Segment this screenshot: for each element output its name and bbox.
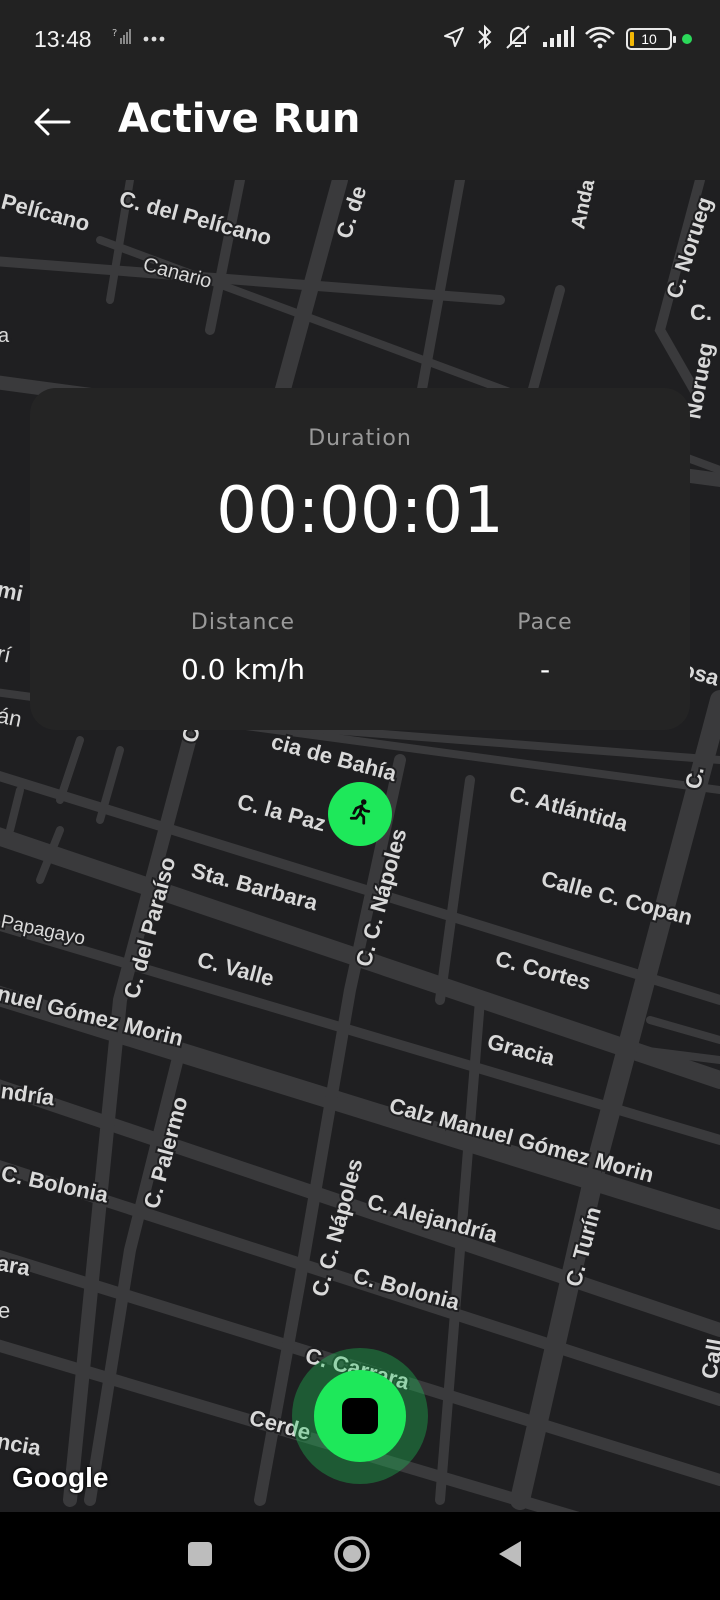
street-label: Call [696, 1337, 720, 1381]
pace-stat: Pace - [420, 610, 670, 686]
street-label: C. Bolonia [351, 1263, 463, 1315]
street-label: Papagayo [0, 911, 87, 949]
map-labels: C. del Pelícano Pelícano Canario C. de A… [0, 180, 720, 1463]
stop-run-button[interactable] [314, 1370, 406, 1462]
page-title: Active Run [118, 96, 361, 142]
svg-text:?: ? [112, 28, 117, 39]
street-label: ncia [0, 1428, 44, 1460]
back-button[interactable] [26, 98, 78, 150]
distance-label: Distance [190, 610, 296, 635]
pace-label: Pace [517, 610, 573, 635]
square-recents-icon [186, 1540, 214, 1572]
stats-card: Duration 00:00:01 Distance 0.0 km/h Pace… [30, 388, 690, 730]
street-label: ara [0, 1250, 33, 1280]
street-label: C. Atlántida [507, 781, 631, 837]
circle-home-icon [333, 1535, 371, 1577]
system-nav-bar [0, 1512, 720, 1600]
green-dot-indicator [682, 34, 692, 44]
pace-value: - [539, 653, 551, 686]
duration-label: Duration [308, 426, 412, 451]
status-left-icons: ? [112, 26, 166, 50]
muted-bell-icon [504, 24, 532, 54]
more-dots-icon [142, 29, 166, 48]
street-label: C. del Paraíso [119, 854, 181, 1001]
street-label: Canario [141, 254, 214, 293]
signal-question-icon: ? [112, 26, 132, 50]
street-label: Gracia [485, 1029, 558, 1071]
street-label: a [0, 325, 10, 347]
status-bar: 13:48 ? 10 [0, 0, 720, 80]
street-label: C. C. Nápoles [351, 826, 412, 969]
back-nav-button[interactable] [490, 1536, 530, 1576]
street-label: C. Bolonia [0, 1160, 111, 1207]
street-label: C. Norueg [661, 194, 717, 302]
location-arrow-icon [442, 25, 466, 53]
app-bar: Active Run [0, 80, 720, 180]
street-label: C. de [331, 183, 371, 242]
recents-button[interactable] [180, 1536, 220, 1576]
street-label: án [0, 702, 24, 732]
street-label: C. Cortes [493, 946, 594, 995]
distance-value: 0.0 km/h [180, 653, 306, 686]
street-label: Pelícano [0, 189, 93, 237]
street-label: ndría [0, 1078, 57, 1110]
map-view[interactable]: C. del Pelícano Pelícano Canario C. de A… [0, 180, 720, 1512]
street-label: Anda [567, 180, 599, 231]
running-person-icon [345, 797, 375, 831]
street-label: mi [0, 576, 25, 606]
signal-bars-icon [542, 26, 574, 52]
street-label: C. [680, 765, 708, 791]
wifi-icon [584, 25, 616, 53]
street-label: cia de Bahía [269, 729, 400, 787]
bluetooth-icon [476, 24, 494, 54]
street-label: C. del Pelícano [117, 186, 275, 251]
street-label: Calle C. Copan [539, 866, 695, 930]
stop-square-icon [342, 1398, 378, 1434]
triangle-back-icon [496, 1539, 524, 1573]
street-label: rí [0, 640, 13, 667]
status-time: 13:48 [34, 26, 92, 52]
arrow-left-icon [33, 107, 71, 141]
street-label: nuel Gómez Morin [0, 981, 186, 1051]
google-attribution: Google [12, 1462, 109, 1493]
battery-icon: 10 [626, 28, 676, 50]
street-label: C. Valle [195, 947, 277, 991]
runner-location-marker[interactable] [328, 782, 392, 846]
street-label: C. Alejandría [365, 1189, 501, 1248]
street-label: C. Palermo [139, 1094, 193, 1211]
street-label: C. [690, 300, 712, 325]
street-label: Sta. Barbara [189, 858, 321, 916]
street-label: e [0, 1298, 10, 1323]
street-label: C. Turín [561, 1204, 606, 1289]
street-label: Calz Manuel Gómez Morin [387, 1093, 657, 1188]
street-label: C. la Paz [235, 789, 329, 837]
duration-value: 00:00:01 [216, 474, 504, 548]
status-right-icons: 10 [442, 24, 692, 54]
distance-stat: Distance 0.0 km/h [118, 610, 368, 686]
home-button[interactable] [332, 1536, 372, 1576]
